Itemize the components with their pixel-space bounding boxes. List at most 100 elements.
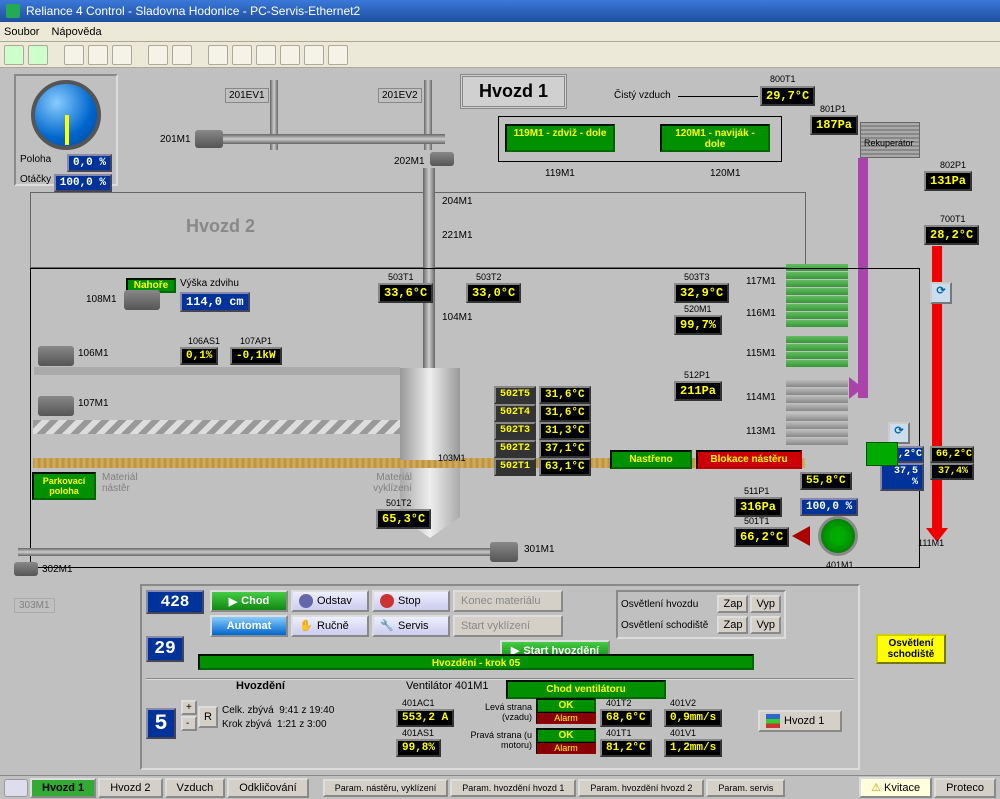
osv-schod-zap[interactable]: Zap [717,616,748,634]
tb-icon-10[interactable] [328,45,348,65]
tab-hvozd2[interactable]: Hvozd 2 [98,778,162,798]
tb-icon-8[interactable] [280,45,300,65]
step-plus[interactable]: + [181,700,197,715]
side-pct-value: 100,0 % [800,498,858,516]
tb-icon-6[interactable] [232,45,252,65]
502-stack: 502T531,6°C 502T431,6°C 502T331,3°C 502T… [494,386,591,476]
mat-nast-label: Materiál nástěr [102,472,162,494]
prava-ok: OK [536,728,596,743]
osv-schodiste-label: Osvětlení schodiště [621,620,708,631]
221M1-label: 221M1 [442,230,473,241]
tab-odklicovani[interactable]: Odkličování [227,778,308,798]
tb-back[interactable] [4,45,24,65]
menu-help[interactable]: Nápověda [51,26,101,38]
osv-hvozdu-zap[interactable]: Zap [717,595,748,613]
106M1-label: 106M1 [78,348,109,359]
motor-202M1 [430,152,454,166]
120M1-status: 120M1 - naviják - dole [660,124,770,152]
step-minus[interactable]: - [181,716,197,731]
202M1-label: 202M1 [394,156,425,167]
501T1-label: 501T1 [744,516,770,526]
tb-icon-4[interactable] [148,45,168,65]
chod-button[interactable]: ▶Chod [210,590,288,612]
tb-icon-5[interactable] [172,45,192,65]
app-icon [6,4,20,18]
106AS1-value: 0,1% [180,347,218,365]
401AC1-label: 401AC1 [402,698,435,708]
konec-button[interactable]: Konec materiálu [453,590,563,612]
401V2-value: 0,9mm/s [664,709,722,727]
502T3-label: 502T3 [494,422,536,440]
osv-schod-vyp[interactable]: Vyp [750,616,781,634]
103M1-label: 103M1 [438,453,466,463]
otacky-label: Otáčky [20,174,51,192]
tab-param1[interactable]: Param. nástěru, vyklízení [323,779,449,797]
window-title: Reliance 4 Control - Sladovna Hodonice -… [26,4,360,18]
servis-button[interactable]: 🔧Servis [372,615,450,637]
tb-icon-7[interactable] [256,45,276,65]
rekuperator-label: Rekuperátor [864,138,914,148]
501T2-value: 65,3°C [376,509,431,529]
rucne-button[interactable]: ✋Ručně [291,615,369,637]
stop-icon [380,594,394,608]
chod-vent-status: Chod ventilátoru [506,680,666,699]
501T2-label: 501T2 [386,498,412,508]
401AS1-label: 401AS1 [402,728,434,738]
pause-icon [299,594,313,608]
tab-vzduch[interactable]: Vzduch [165,778,226,798]
start-vyklizeni-button[interactable]: Start vyklízení [453,615,563,637]
seq-display: 29 [146,636,184,662]
512P1-label: 512P1 [684,370,710,380]
bar-chart-icon [766,714,780,728]
leva-alarm: Alarm [536,712,596,724]
hvozd1-chart-button[interactable]: Hvozd 1 [758,710,842,732]
position-gauge [31,80,101,150]
511P1-value: 316Pa [734,497,782,517]
refresh-icon-1[interactable]: ⟳ [930,282,952,304]
lower-row: Hvozdění Ventilátor 401M1 Chod ventiláto… [146,678,854,766]
refresh-icon-2[interactable]: ⟳ [888,422,910,444]
520M1-label: 520M1 [684,304,712,314]
osv-hvozdu-vyp[interactable]: Vyp [750,595,781,613]
automat-button[interactable]: Automat [210,615,288,637]
tab-param3[interactable]: Param. hvozdění hvozd 2 [578,779,704,797]
104M1-label: 104M1 [442,312,473,323]
502T4-value: 31,6°C [539,404,591,422]
wrench-icon: 🔧 [380,619,394,633]
osv-hvozdu-label: Osvětlení hvozdu [621,599,698,610]
114M1-label: 114M1 [746,392,776,403]
302M1-label: 302M1 [42,564,73,575]
502T5-value: 31,6°C [539,386,591,404]
step-R[interactable]: R [198,706,218,728]
111M1-label: 111M1 [918,538,944,548]
tb-icon-3[interactable] [112,45,132,65]
401T1-value: 81,2°C [600,739,652,757]
tab-proteco[interactable]: Proteco [934,778,996,798]
512P1-value: 211Pa [674,381,722,401]
tab-param4[interactable]: Param. servis [706,779,785,797]
802P1-value: 131Pa [924,171,972,191]
tb-icon-1[interactable] [64,45,84,65]
screw-conveyor [33,420,401,434]
quad4: 37,4% [930,463,974,480]
303M1-label: 303M1 [14,598,55,613]
tab-hvozd1[interactable]: Hvozd 1 [30,778,96,798]
tb-icon-2[interactable] [88,45,108,65]
krok-val: 1:21 z 3:00 [277,719,326,730]
tb-chart-icon[interactable] [208,45,228,65]
502T2-value: 37,1°C [539,440,591,458]
stop-button[interactable]: Stop [372,590,450,612]
tb-icon-9[interactable] [304,45,324,65]
tb-fwd[interactable] [28,45,48,65]
tab-param2[interactable]: Param. hvozdění hvozd 1 [450,779,576,797]
menu-file[interactable]: Soubor [4,26,39,38]
511P1-label: 511P1 [744,486,769,496]
blokace-status: Blokace nástěru [696,450,802,469]
fan-401M1 [818,516,858,556]
louvers-113 [786,414,848,445]
tab-kvitace[interactable]: ⚠ Kvitace [859,777,932,798]
krok-label: Krok zbývá [222,719,271,730]
arrow-purple [858,158,868,398]
odstav-button[interactable]: Odstav [291,590,369,612]
502T2-label: 502T2 [494,440,536,458]
